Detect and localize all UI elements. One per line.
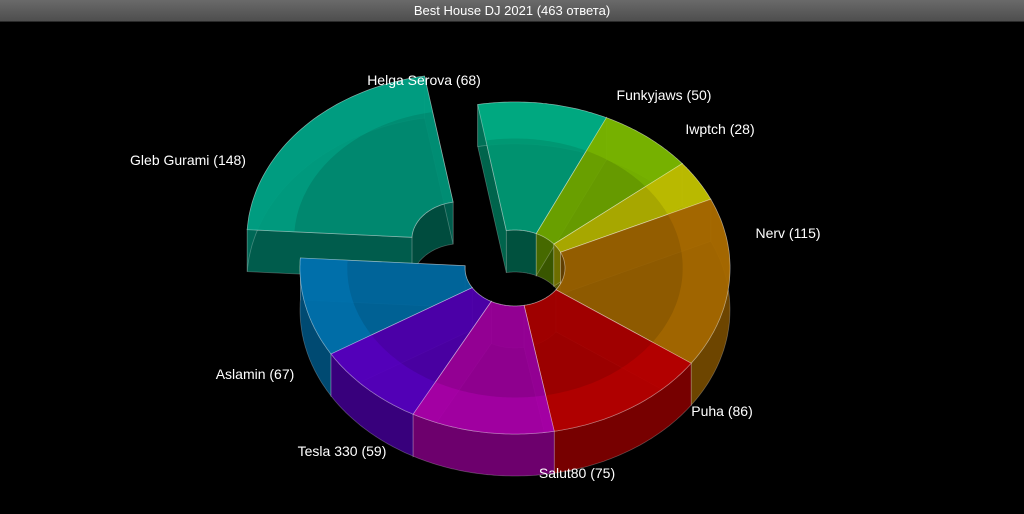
chart-area: Helga Serova (68) Funkyjaws (50) Iwptch (2… [0, 22, 1024, 514]
label-tesla-330: Tesla 330 (59) [298, 443, 387, 459]
window-title: Best House DJ 2021 (463 ответа) [0, 0, 1024, 22]
label-puha: Puha (86) [691, 403, 752, 419]
donut-chart: Helga Serova (68) Funkyjaws (50) Iwptch (2… [130, 72, 821, 481]
chart-window: Best House DJ 2021 (463 ответа) Helga Se… [0, 0, 1024, 514]
label-nerv: Nerv (115) [755, 225, 820, 241]
label-helga-serova: Helga Serova (68) [367, 72, 481, 88]
label-funkyjaws: Funkyjaws (50) [617, 87, 712, 103]
label-iwptch: Iwptch (28) [685, 121, 754, 137]
label-salut80: Salut80 (75) [539, 465, 615, 481]
slice-inner-wall-helga-serova [505, 229, 537, 277]
label-gleb-gurami: Gleb Gurami (148) [130, 152, 246, 168]
label-aslamin: Aslamin (67) [216, 366, 295, 382]
